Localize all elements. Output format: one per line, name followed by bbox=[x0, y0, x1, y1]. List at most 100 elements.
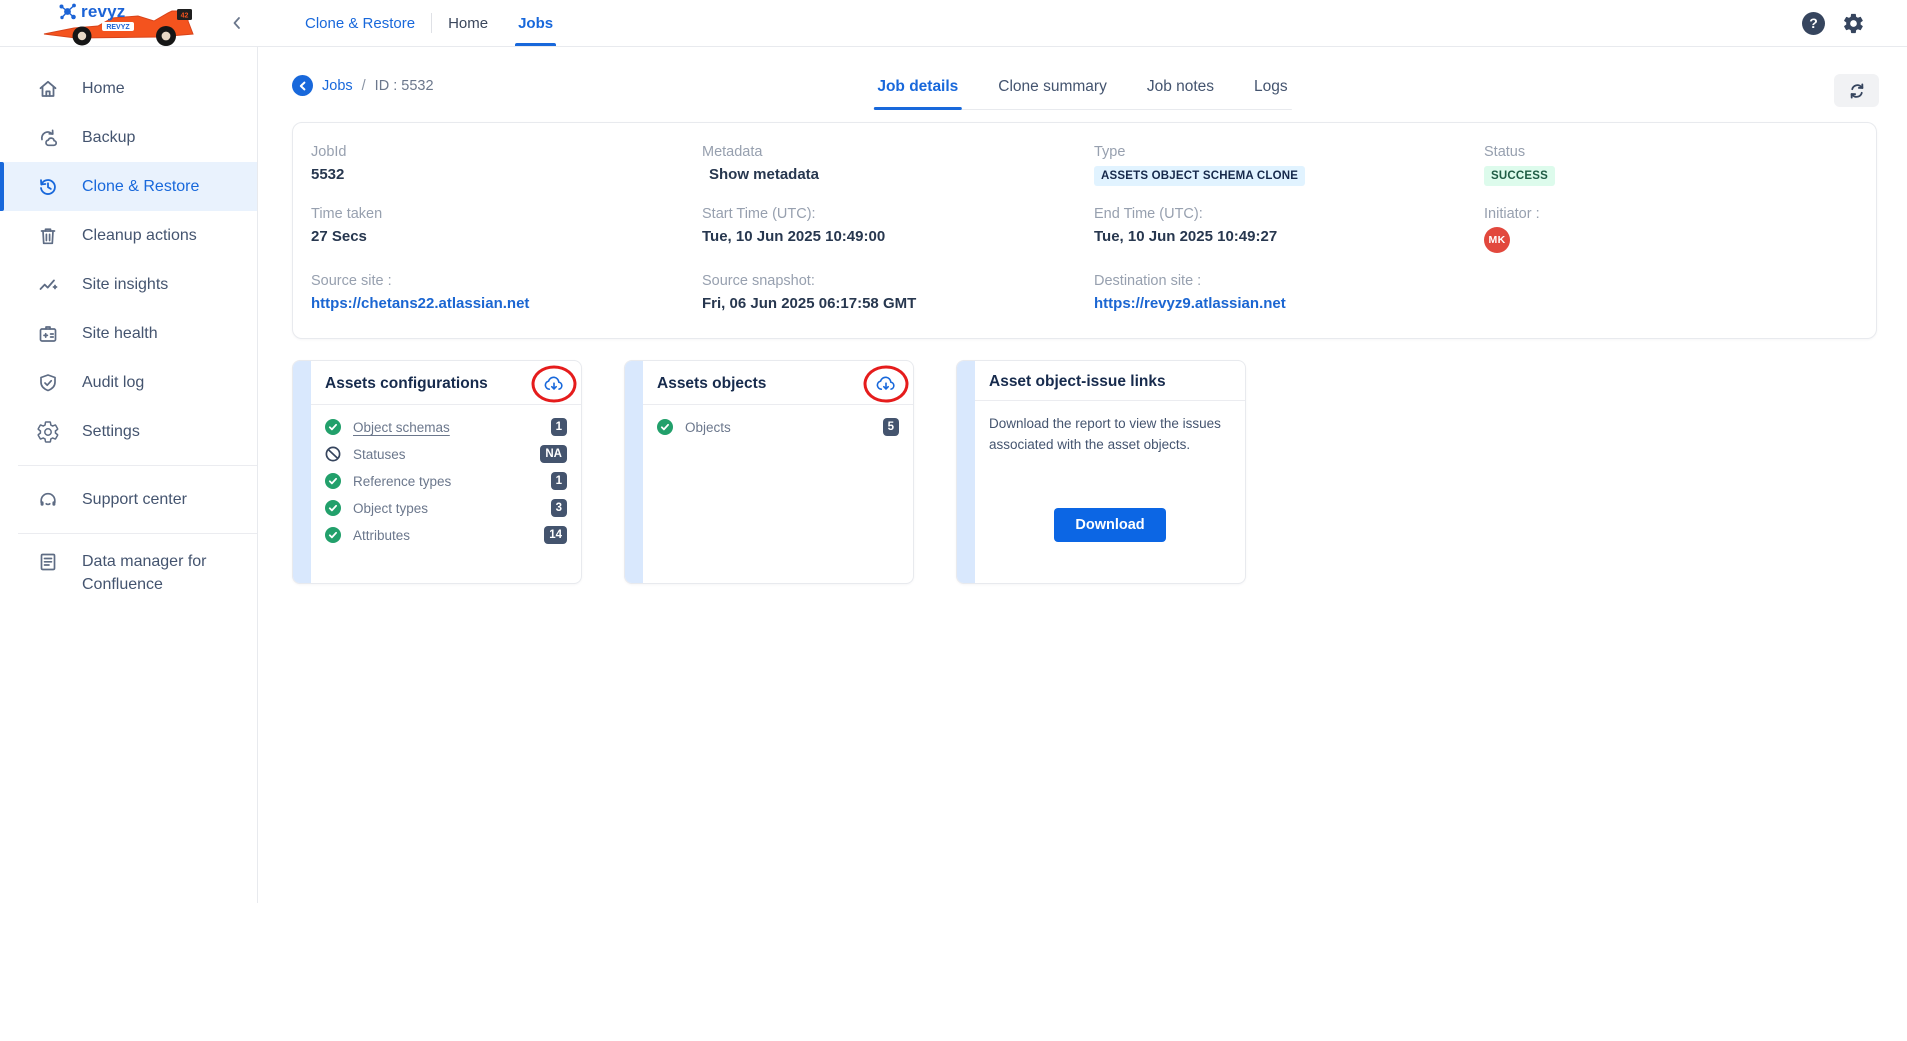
svg-text:REVYZ: REVYZ bbox=[106, 24, 130, 31]
count-badge: 1 bbox=[551, 418, 567, 436]
field-time-taken: Time taken 27 Secs bbox=[311, 206, 702, 253]
cloud-download-icon bbox=[874, 372, 898, 396]
initiator-avatar[interactable]: MK bbox=[1484, 227, 1510, 253]
headset-icon bbox=[36, 488, 60, 512]
header-tab-jobs[interactable]: Jobs bbox=[518, 0, 553, 46]
sidebar-item-site-health[interactable]: Site health bbox=[0, 309, 257, 358]
help-icon[interactable]: ? bbox=[1802, 12, 1825, 35]
card-header: Assets configurations bbox=[311, 361, 581, 405]
card-accent-strip bbox=[957, 361, 975, 583]
sidebar-item-cleanup-actions[interactable]: Cleanup actions bbox=[0, 211, 257, 260]
field-type: Type ASSETS OBJECT SCHEMA CLONE bbox=[1094, 144, 1484, 186]
backup-icon bbox=[36, 126, 60, 150]
field-destination-site: Destination site : https://revyz9.atlass… bbox=[1094, 273, 1484, 312]
status-badge: SUCCESS bbox=[1484, 166, 1555, 186]
home-icon bbox=[36, 77, 60, 101]
download-cloud-button[interactable] bbox=[871, 370, 901, 397]
field-status: Status SUCCESS bbox=[1484, 144, 1866, 186]
breadcrumb-separator: / bbox=[362, 78, 366, 94]
tab-job-details[interactable]: Job details bbox=[875, 68, 960, 109]
settings-gear-icon[interactable] bbox=[1841, 11, 1865, 35]
header-nav-divider bbox=[431, 13, 432, 33]
sidebar-item-audit-log[interactable]: Audit log bbox=[0, 358, 257, 407]
sidebar-collapse-button[interactable] bbox=[226, 12, 248, 34]
breadcrumb-current-id: ID : 5532 bbox=[375, 78, 434, 94]
count-badge: 3 bbox=[551, 499, 567, 517]
detail-tabs: Job details Clone summary Job notes Logs bbox=[873, 68, 1291, 110]
card-asset-object-issue-links: Asset object-issue links Download the re… bbox=[956, 360, 1246, 584]
back-button[interactable] bbox=[292, 75, 313, 96]
success-check-icon bbox=[657, 419, 673, 435]
download-cloud-button[interactable] bbox=[539, 370, 569, 397]
tab-job-notes[interactable]: Job notes bbox=[1145, 68, 1216, 109]
card-rows: Objects 5 bbox=[643, 405, 913, 449]
tab-logs[interactable]: Logs bbox=[1252, 68, 1290, 109]
not-applicable-icon bbox=[325, 446, 341, 462]
field-source-snapshot: Source snapshot: Fri, 06 Jun 2025 06:17:… bbox=[702, 273, 1094, 312]
sidebar-item-clone-restore[interactable]: Clone & Restore bbox=[0, 162, 257, 211]
history-icon bbox=[36, 175, 60, 199]
breadcrumb-jobs-link[interactable]: Jobs bbox=[322, 78, 353, 94]
refresh-button[interactable] bbox=[1834, 74, 1879, 107]
trash-icon bbox=[36, 224, 60, 248]
show-metadata-toggle[interactable]: Show metadata bbox=[702, 166, 1094, 183]
card-row-statuses: Statuses NA bbox=[325, 445, 567, 463]
molecule-icon bbox=[58, 2, 78, 22]
card-row-object-types: Object types 3 bbox=[325, 499, 567, 517]
header-section-label[interactable]: Clone & Restore bbox=[305, 0, 415, 46]
sidebar: Home Backup Clone & Restore Cleanup acti… bbox=[0, 47, 258, 903]
type-badge: ASSETS OBJECT SCHEMA CLONE bbox=[1094, 166, 1305, 186]
top-header: 42 REVYZ rev bbox=[0, 0, 1907, 47]
field-source-site: Source site : https://chetans22.atlassia… bbox=[311, 273, 702, 312]
source-site-link[interactable]: https://chetans22.atlassian.net bbox=[311, 295, 702, 312]
card-accent-strip bbox=[625, 361, 643, 583]
revyz-logo: 42 REVYZ rev bbox=[40, 2, 218, 46]
result-cards: Assets configurations Object schemas 1 bbox=[292, 360, 1907, 584]
card-header: Asset object-issue links bbox=[975, 361, 1245, 401]
field-initiator: Initiator : MK bbox=[1484, 206, 1866, 253]
object-schemas-link[interactable]: Object schemas bbox=[353, 420, 450, 435]
sidebar-divider bbox=[18, 533, 257, 534]
sidebar-item-site-insights[interactable]: Site insights bbox=[0, 260, 257, 309]
header-tab-home[interactable]: Home bbox=[448, 0, 488, 46]
header-nav: Clone & Restore Home Jobs bbox=[258, 0, 583, 46]
count-badge: 5 bbox=[883, 418, 899, 436]
field-start-time: Start Time (UTC): Tue, 10 Jun 2025 10:49… bbox=[702, 206, 1094, 253]
logo-text: revyz bbox=[81, 2, 125, 22]
sidebar-item-home[interactable]: Home bbox=[0, 64, 257, 113]
destination-site-link[interactable]: https://revyz9.atlassian.net bbox=[1094, 295, 1484, 312]
sidebar-item-support-center[interactable]: Support center bbox=[0, 475, 257, 524]
field-end-time: End Time (UTC): Tue, 10 Jun 2025 10:49:2… bbox=[1094, 206, 1484, 253]
sidebar-divider bbox=[18, 465, 257, 466]
job-details-panel: JobId 5532 Metadata Show metadata Type A… bbox=[292, 122, 1877, 339]
logo-wordmark: revyz bbox=[58, 2, 125, 22]
chevron-left-icon bbox=[297, 80, 309, 92]
toolbar: Jobs / ID : 5532 Job details Clone summa… bbox=[258, 47, 1907, 110]
download-button[interactable]: Download bbox=[1054, 508, 1165, 542]
refresh-icon bbox=[1846, 80, 1868, 102]
count-badge: NA bbox=[540, 445, 567, 463]
field-empty bbox=[1484, 273, 1866, 312]
count-badge: 1 bbox=[551, 472, 567, 490]
sidebar-item-backup[interactable]: Backup bbox=[0, 113, 257, 162]
gear-icon bbox=[36, 420, 60, 444]
success-check-icon bbox=[325, 527, 341, 543]
success-check-icon bbox=[325, 419, 341, 435]
card-description: Download the report to view the issues a… bbox=[975, 401, 1245, 456]
header-icons: ? bbox=[1802, 0, 1907, 46]
field-jobid: JobId 5532 bbox=[311, 144, 702, 186]
sidebar-item-settings[interactable]: Settings bbox=[0, 407, 257, 456]
health-badge-icon bbox=[36, 322, 60, 346]
card-row-attributes: Attributes 14 bbox=[325, 526, 567, 544]
cloud-download-icon bbox=[542, 372, 566, 396]
document-icon bbox=[36, 550, 60, 574]
tab-clone-summary[interactable]: Clone summary bbox=[996, 68, 1109, 109]
chevron-left-icon bbox=[229, 15, 245, 31]
app: 42 REVYZ rev bbox=[0, 0, 1907, 1041]
breadcrumb: Jobs / ID : 5532 bbox=[292, 75, 434, 96]
main-content: Jobs / ID : 5532 Job details Clone summa… bbox=[258, 47, 1907, 584]
svg-text:42: 42 bbox=[181, 13, 189, 20]
card-rows: Object schemas 1 Statuses NA Reference t… bbox=[311, 405, 581, 557]
card-header: Assets objects bbox=[643, 361, 913, 405]
sidebar-item-data-manager-confluence[interactable]: Data manager for Confluence bbox=[0, 543, 257, 605]
